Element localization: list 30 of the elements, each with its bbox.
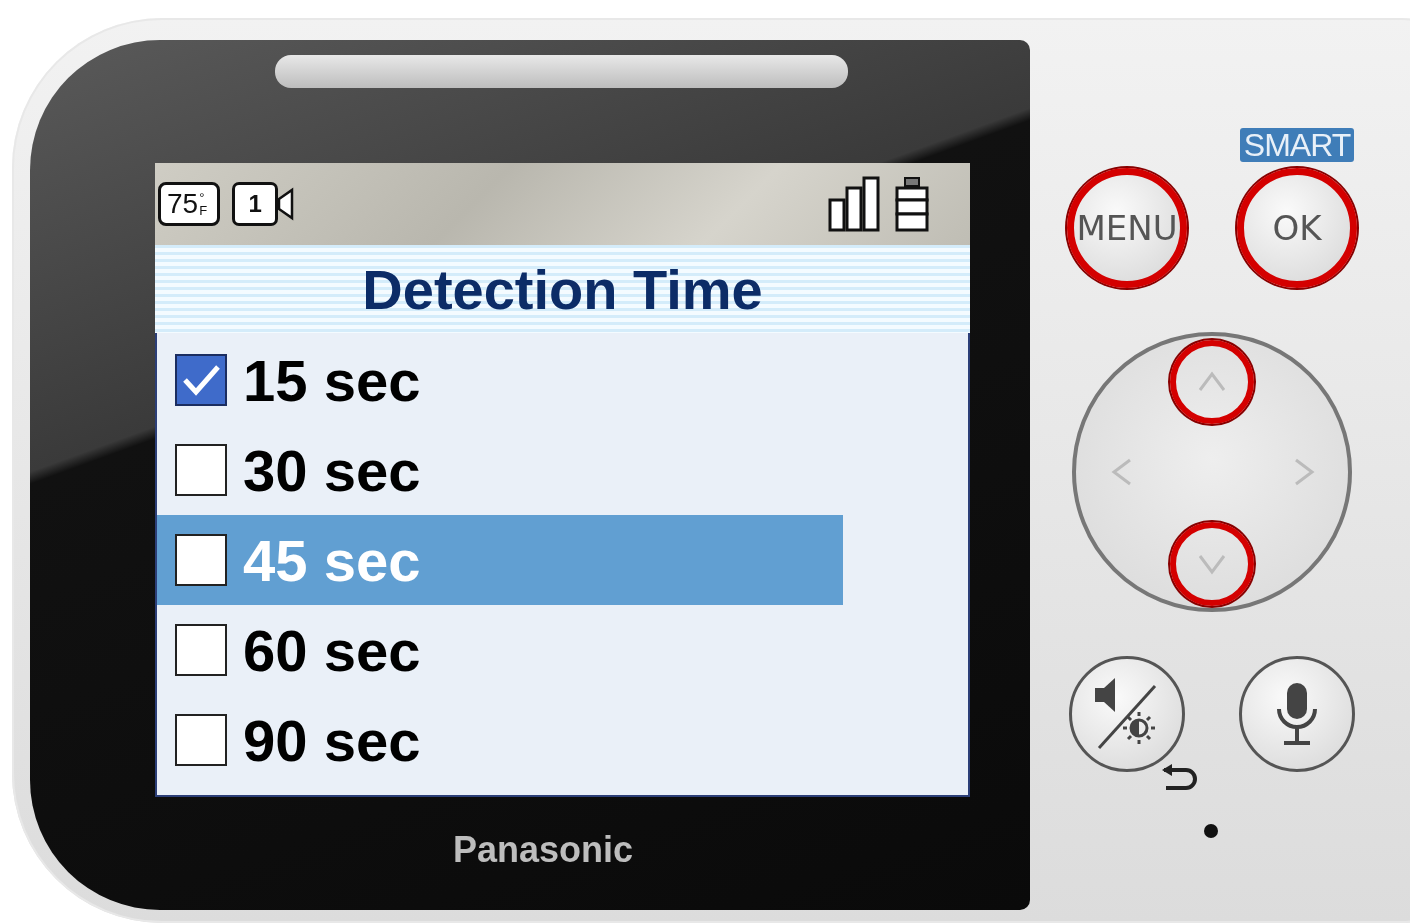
option-label: 30 sec xyxy=(243,436,421,504)
option-label: 45 sec xyxy=(243,526,421,594)
down-button[interactable] xyxy=(1170,522,1254,606)
ok-button[interactable]: OK xyxy=(1237,168,1357,288)
brand-logo: Panasonic xyxy=(453,829,635,871)
option-label: 15 sec xyxy=(243,346,421,414)
checkbox[interactable] xyxy=(175,714,227,766)
option-row[interactable]: 15 sec xyxy=(157,335,843,425)
menu-button[interactable]: MENU xyxy=(1067,168,1187,288)
smart-label: SMART xyxy=(1239,128,1355,162)
battery-icon xyxy=(894,176,930,232)
return-arrow-icon xyxy=(1160,764,1200,792)
checkbox[interactable] xyxy=(175,444,227,496)
option-row[interactable]: 60 sec xyxy=(157,605,843,695)
menu-title: Detection Time xyxy=(362,256,763,322)
checkbox[interactable] xyxy=(175,534,227,586)
option-row[interactable]: 30 sec xyxy=(157,425,843,515)
up-button[interactable] xyxy=(1170,340,1254,424)
option-label: 60 sec xyxy=(243,616,421,684)
chevron-icon xyxy=(1197,552,1227,576)
temperature-unit: °F xyxy=(199,191,209,217)
checkmark-icon xyxy=(181,363,221,397)
option-label: 90 sec xyxy=(243,706,421,774)
option-row[interactable]: 90 sec xyxy=(157,695,843,785)
chevron-icon xyxy=(1292,457,1316,487)
microphone-hole xyxy=(1204,824,1218,838)
temperature-value: 75 xyxy=(167,188,199,220)
checkbox[interactable] xyxy=(175,624,227,676)
checkbox[interactable] xyxy=(175,354,227,406)
signal-bars-icon xyxy=(828,176,882,232)
